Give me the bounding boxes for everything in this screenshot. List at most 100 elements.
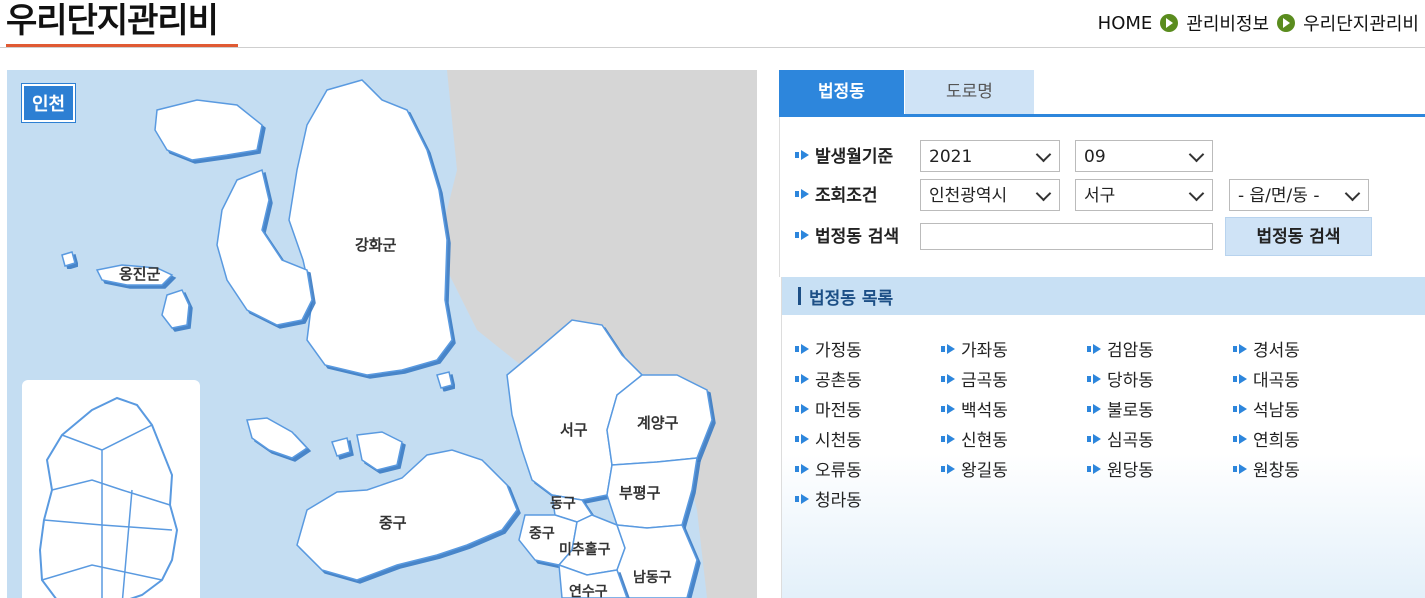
period-label-text: 발생월기준 bbox=[815, 147, 894, 167]
bullet-icon bbox=[1087, 343, 1103, 354]
region-label-ganghwa: 강화군 bbox=[355, 236, 397, 254]
dong-list-item-label: 가좌동 bbox=[961, 341, 1008, 361]
chevron-down-icon bbox=[1035, 146, 1052, 163]
dong-list-title: 법정동 목록 bbox=[809, 288, 894, 309]
bullet-icon bbox=[1233, 373, 1249, 384]
dong-list-item[interactable]: 불로동 bbox=[1087, 396, 1154, 421]
dong-list-item-label: 심곡동 bbox=[1107, 431, 1154, 451]
keyword-label-text: 법정동 검색 bbox=[815, 227, 900, 247]
dong-list-item-label: 백석동 bbox=[961, 401, 1008, 421]
dong-list-item-label: 대곡동 bbox=[1253, 371, 1300, 391]
dong-list-item[interactable]: 청라동 bbox=[795, 486, 862, 511]
korea-outline bbox=[38, 396, 179, 598]
breadcrumb-current: 우리단지관리비 bbox=[1303, 14, 1419, 35]
dong-list-item-label: 마전동 bbox=[815, 401, 862, 421]
dong-list-item-label: 오류동 bbox=[815, 461, 862, 481]
condition-label: 조회조건 bbox=[795, 181, 913, 206]
month-select-value: 09 bbox=[1084, 147, 1106, 167]
chevron-right-icon bbox=[1277, 14, 1296, 32]
bullet-icon bbox=[941, 433, 957, 444]
bullet-icon bbox=[941, 373, 957, 384]
breadcrumb-fee-info[interactable]: 관리비정보 bbox=[1186, 10, 1269, 36]
bullet-icon bbox=[1233, 433, 1249, 444]
dong-list-item-label: 공촌동 bbox=[815, 371, 862, 391]
dong-list-item[interactable]: 신현동 bbox=[941, 426, 1008, 451]
region-label-bupyeonggu: 부평구 bbox=[619, 484, 661, 502]
bullet-icon bbox=[1233, 463, 1249, 474]
bullet-icon bbox=[1087, 403, 1103, 414]
dong-list-item[interactable]: 왕길동 bbox=[941, 456, 1008, 481]
dong-list-item[interactable]: 연희동 bbox=[1233, 426, 1300, 451]
dong-list-item[interactable]: 백석동 bbox=[941, 396, 1008, 421]
month-select[interactable]: 09 bbox=[1075, 140, 1213, 172]
dong-search-button[interactable]: 법정동 검색 bbox=[1225, 217, 1372, 256]
region-island bbox=[356, 431, 403, 471]
dong-list-item[interactable]: 석남동 bbox=[1233, 396, 1300, 421]
dong-list-item-label: 당하동 bbox=[1107, 371, 1154, 391]
korea-inset-map bbox=[22, 380, 200, 598]
breadcrumb-home[interactable]: HOME bbox=[1098, 13, 1153, 34]
dong-list-item[interactable]: 원당동 bbox=[1087, 456, 1154, 481]
dong-list-item-label: 경서동 bbox=[1253, 341, 1300, 361]
region-label-ongjin: 옹진군 bbox=[119, 265, 161, 283]
dong-list-item-label: 왕길동 bbox=[961, 461, 1008, 481]
dong-list-item[interactable]: 원창동 bbox=[1233, 456, 1300, 481]
dong-search-input[interactable] bbox=[920, 223, 1213, 250]
bullet-icon bbox=[795, 433, 811, 444]
region-namdonggu[interactable] bbox=[615, 524, 698, 598]
dong-list-item[interactable]: 가좌동 bbox=[941, 336, 1008, 361]
chevron-down-icon bbox=[1188, 185, 1205, 202]
keyword-label: 법정동 검색 bbox=[795, 222, 913, 247]
bullet-icon bbox=[795, 229, 811, 240]
chevron-down-icon bbox=[1188, 146, 1205, 163]
tab-road-name[interactable]: 도로명 bbox=[905, 70, 1034, 114]
dong-list-item[interactable]: 대곡동 bbox=[1233, 366, 1300, 391]
bullet-icon bbox=[795, 373, 811, 384]
region-island bbox=[61, 251, 76, 267]
region-island bbox=[154, 99, 263, 161]
chevron-down-icon bbox=[1035, 185, 1052, 202]
bullet-icon bbox=[795, 188, 811, 199]
dong-list-item[interactable]: 오류동 bbox=[795, 456, 862, 481]
region-label-namdonggu: 남동구 bbox=[633, 569, 672, 586]
year-select[interactable]: 2021 bbox=[920, 140, 1060, 172]
bullet-icon bbox=[795, 493, 811, 504]
dong-select[interactable]: - 읍/면/동 - bbox=[1229, 179, 1369, 211]
city-select[interactable]: 인천광역시 bbox=[920, 179, 1060, 211]
dong-list-item[interactable]: 심곡동 bbox=[1087, 426, 1154, 451]
dong-list-item[interactable]: 마전동 bbox=[795, 396, 862, 421]
tab-legal-dong[interactable]: 법정동 bbox=[779, 70, 904, 114]
dong-list-item[interactable]: 경서동 bbox=[1233, 336, 1300, 361]
dong-list-item[interactable]: 시천동 bbox=[795, 426, 862, 451]
dong-list-item-label: 연희동 bbox=[1253, 431, 1300, 451]
dong-list-item[interactable]: 당하동 bbox=[1087, 366, 1154, 391]
region-label-junggu: 중구 bbox=[529, 526, 555, 542]
dong-list-item[interactable]: 공촌동 bbox=[795, 366, 862, 391]
region-label-yeonsugu: 연수구 bbox=[569, 584, 608, 598]
dong-list-item[interactable]: 검암동 bbox=[1087, 336, 1154, 361]
region-label-gyeyanggu: 계양구 bbox=[637, 414, 679, 432]
bullet-icon bbox=[1233, 403, 1249, 414]
region-ganghwa[interactable] bbox=[288, 79, 453, 376]
district-select-value: 서구 bbox=[1084, 186, 1116, 206]
bullet-icon bbox=[941, 403, 957, 414]
dong-list-item[interactable]: 가정동 bbox=[795, 336, 862, 361]
region-junggu-island[interactable] bbox=[296, 449, 518, 581]
city-select-value: 인천광역시 bbox=[929, 186, 1008, 206]
chevron-right-icon bbox=[1160, 14, 1179, 32]
dong-list-item-label: 청라동 bbox=[815, 491, 862, 511]
title-divider bbox=[0, 47, 1425, 48]
chevron-down-icon bbox=[1344, 185, 1361, 202]
bullet-icon bbox=[795, 343, 811, 354]
dong-select-value: - 읍/면/동 - bbox=[1238, 186, 1320, 206]
condition-row: 조회조건 bbox=[795, 181, 913, 206]
dong-list-item[interactable]: 금곡동 bbox=[941, 366, 1008, 391]
bullet-icon bbox=[795, 403, 811, 414]
dong-list-item-label: 신현동 bbox=[961, 431, 1008, 451]
dong-list-item-label: 가정동 bbox=[815, 341, 862, 361]
bullet-icon bbox=[795, 149, 811, 160]
district-select[interactable]: 서구 bbox=[1075, 179, 1213, 211]
region-island bbox=[161, 289, 190, 329]
region-island bbox=[331, 437, 351, 457]
keyword-row: 법정동 검색 bbox=[795, 222, 913, 247]
